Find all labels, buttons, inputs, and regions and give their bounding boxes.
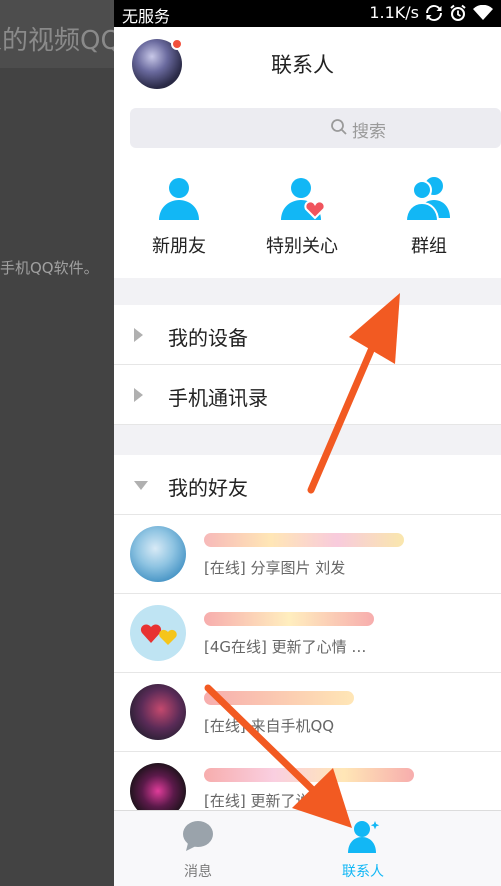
friend-avatar	[130, 605, 186, 661]
phone-screen: 无服务 1.1K/s 联系人 搜索 新朋友 特别关心 群组 我的设备 手机通讯录…	[114, 0, 501, 886]
bottom-tab-bar: 消息 联系人	[114, 810, 501, 886]
groups-button[interactable]: 群组	[382, 170, 472, 260]
friend-name-redacted	[204, 691, 354, 705]
group-phone-contacts[interactable]: 手机通讯录	[114, 365, 501, 425]
tab-label: 消息	[184, 864, 212, 880]
friend-status: [4G在线] 更新了心情 …	[204, 638, 367, 656]
friend-name-redacted	[204, 612, 374, 626]
network-speed: 1.1K/s	[369, 3, 419, 22]
friend-name-redacted	[204, 768, 414, 782]
section-divider	[114, 425, 501, 455]
contacts-header: 联系人	[114, 27, 501, 99]
groups-label: 群组	[411, 236, 447, 257]
tab-label: 联系人	[342, 864, 384, 880]
list-item[interactable]: [在线] 分享图片 刘发	[114, 515, 501, 594]
special-care-button[interactable]: 特别关心	[255, 170, 349, 260]
person-heart-icon	[279, 174, 329, 224]
search-bar[interactable]: 搜索	[130, 108, 501, 148]
tab-messages[interactable]: 消息	[148, 811, 248, 886]
search-icon	[330, 118, 348, 141]
new-friends-label: 新朋友	[152, 236, 206, 257]
group-my-devices[interactable]: 我的设备	[114, 305, 501, 365]
person-icon	[154, 174, 204, 224]
expand-arrow-icon	[134, 388, 143, 402]
list-item[interactable]: [在线] 更新了说说	[114, 752, 501, 819]
group-icon	[404, 174, 454, 224]
friend-status: [在线] 来自手机QQ	[204, 717, 335, 735]
list-item[interactable]: [在线] 来自手机QQ	[114, 673, 501, 752]
new-friends-button[interactable]: 新朋友	[132, 170, 222, 260]
collapse-arrow-icon	[134, 481, 148, 490]
background-page-text: 手机QQ软件。	[0, 259, 99, 277]
friend-name-redacted	[204, 533, 404, 547]
list-item[interactable]: [4G在线] 更新了心情 …	[114, 594, 501, 673]
background-page-title: 家的视频QQ	[0, 26, 120, 56]
group-label: 我的好友	[168, 476, 248, 500]
section-divider	[114, 278, 501, 305]
friend-avatar	[130, 684, 186, 740]
wifi-icon	[473, 4, 493, 21]
page-title: 联系人	[271, 53, 334, 77]
carrier-text: 无服务	[122, 7, 171, 26]
group-label: 我的设备	[168, 326, 248, 350]
sync-icon	[425, 4, 443, 22]
friend-status: [在线] 更新了说说	[204, 792, 326, 810]
friend-status: [在线] 分享图片 刘发	[204, 559, 346, 577]
status-bar: 无服务 1.1K/s	[114, 0, 501, 27]
expand-arrow-icon	[134, 328, 143, 342]
tab-contacts[interactable]: 联系人	[313, 811, 413, 886]
alarm-icon	[449, 4, 467, 22]
chat-bubble-icon	[182, 819, 214, 853]
special-care-label: 特别关心	[266, 236, 338, 257]
group-label: 手机通讯录	[168, 386, 268, 410]
search-placeholder: 搜索	[352, 122, 386, 142]
group-my-friends[interactable]: 我的好友	[114, 455, 501, 515]
person-sparkle-icon	[347, 819, 380, 853]
friend-avatar	[130, 526, 186, 582]
